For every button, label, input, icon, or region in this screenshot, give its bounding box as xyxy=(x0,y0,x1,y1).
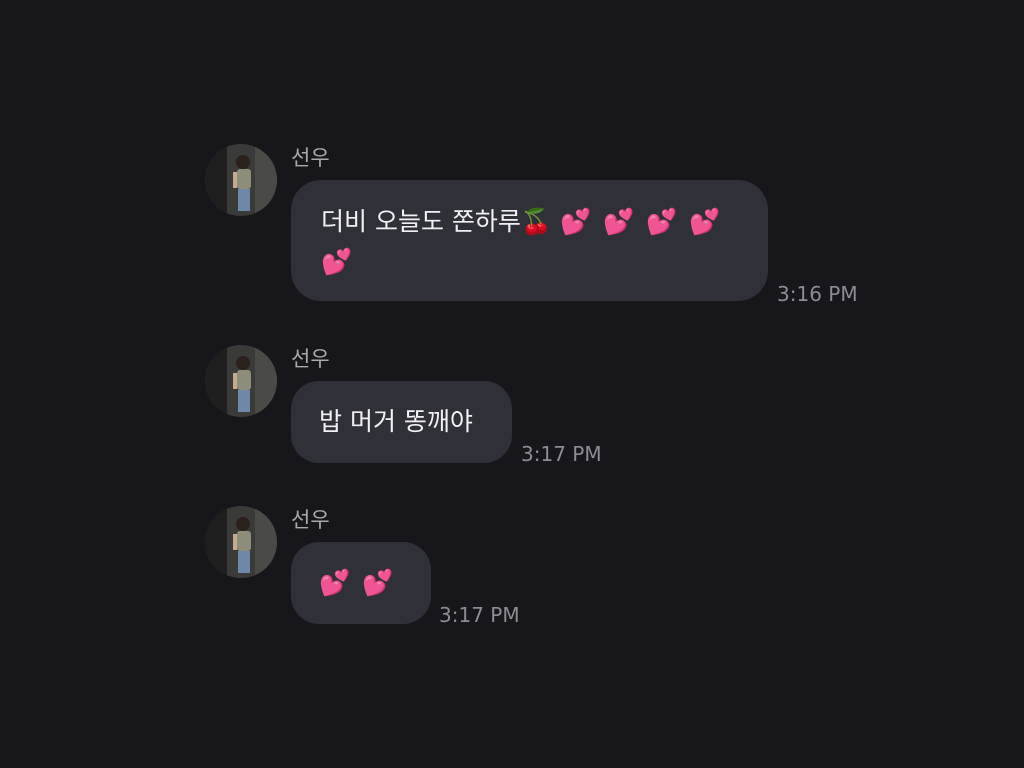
heart-emoji-icon: 💕 💕 💕 💕 xyxy=(560,207,723,236)
heart-emoji-icon: 💕 💕 xyxy=(319,568,396,597)
avatar[interactable] xyxy=(205,144,277,216)
avatar-photo-icon xyxy=(205,345,277,417)
message-timestamp: 3:17 PM xyxy=(439,603,520,627)
message-timestamp: 3:17 PM xyxy=(521,442,602,466)
message-text: 더비 오늘도 쫀하루 xyxy=(321,207,521,236)
avatar[interactable] xyxy=(205,345,277,417)
message-bubble[interactable]: 더비 오늘도 쫀하루🍒 💕 💕 💕 💕 💕 xyxy=(291,180,768,301)
message-bubble[interactable]: 밥 머거 똥깨야 xyxy=(291,381,512,463)
sender-name: 선우 xyxy=(291,508,330,532)
sender-name: 선우 xyxy=(291,347,330,371)
message-text: 밥 머거 똥깨야 xyxy=(319,407,473,436)
message-timestamp: 3:16 PM xyxy=(777,282,858,306)
message-text-line: 더비 오늘도 쫀하루🍒 💕 💕 💕 💕 xyxy=(321,202,738,242)
message-bubble[interactable]: 💕 💕 xyxy=(291,542,431,624)
cherry-emoji-icon: 🍒 xyxy=(520,207,553,236)
avatar-photo-icon xyxy=(205,144,277,216)
chat-thread: 선우 더비 오늘도 쫀하루🍒 💕 💕 💕 💕 💕 3:16 PM 선우 밥 머거… xyxy=(0,0,1024,768)
sender-name: 선우 xyxy=(291,146,330,170)
avatar[interactable] xyxy=(205,506,277,578)
heart-emoji-icon: 💕 xyxy=(321,247,355,276)
avatar-photo-icon xyxy=(205,506,277,578)
